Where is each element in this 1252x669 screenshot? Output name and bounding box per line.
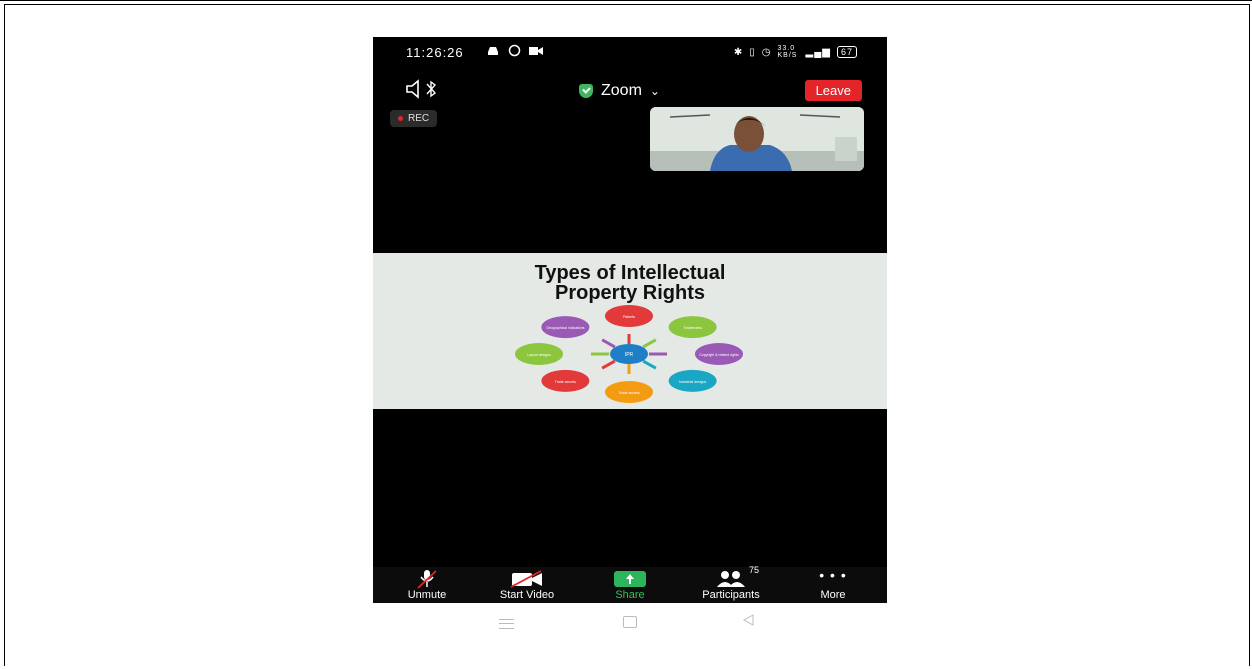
ipr-diagram: Patents Trademarks Copyright & related rig… [515,305,743,403]
battery-indicator: 67 [836,46,857,58]
ipr-node-label: Trademarks [683,326,702,330]
status-right-icons: ✱ ▯ ◷ 33.0 KB/S ▂▄▆ 67 [734,45,857,59]
top-border [0,0,1252,1]
more-button[interactable]: • • • More [805,567,861,603]
alarm-icon: ◷ [761,46,772,58]
home-icon[interactable] [623,616,637,628]
status-time: 11:26:26 [406,45,464,60]
recents-icon[interactable] [499,619,514,629]
whatsapp-icon [508,44,521,57]
shared-slide: Types of Intellectual Property Rights Pa… [373,253,887,409]
record-dot-icon [398,116,403,121]
ipr-node-label: Trade secrets [555,380,577,384]
start-video-label: Start Video [499,589,555,601]
participant-video [650,107,864,171]
participants-button[interactable]: 75 Participants [685,565,777,603]
video-thumbnail[interactable] [650,107,864,171]
status-app-icons [486,44,543,57]
participants-label: Participants [702,589,760,601]
chevron-down-icon: ⌄ [649,84,660,98]
share-button[interactable]: Share [599,567,661,603]
recording-badge: REC [390,110,438,127]
ipr-node-label: Trade secrets [618,391,640,395]
ipr-node-label: Geographical indications [546,326,585,330]
share-label: Share [615,589,645,601]
start-video-button[interactable]: Start Video [487,567,567,603]
ipr-center-label: IPR [625,352,634,358]
bluetooth-icon: ✱ [733,46,744,58]
unmute-button[interactable]: Unmute [395,567,459,603]
phone-screen: 11:26:26 ✱ ▯ ◷ 33.0 KB/S ▂▄▆ 67 Zoom ⌄ L… [373,37,887,603]
ipr-arrow [642,359,657,370]
participants-icon [717,571,745,587]
shield-icon [579,84,593,98]
speaker-bluetooth-icon[interactable] [405,79,439,99]
share-arrow-icon [614,571,646,587]
android-nav-bar [373,603,887,641]
ipr-arrow [601,359,616,370]
video-camera-icon [529,46,543,55]
more-label: More [820,589,846,601]
participants-count: 75 [749,565,760,575]
meeting-title-label: Zoom [601,82,642,99]
ipr-node-label: Copyright & related rights [699,353,739,357]
network-speed: 33.0 KB/S [777,45,798,59]
meeting-title[interactable]: Zoom ⌄ [579,82,660,100]
signal-icon: ▂▄▆ [805,46,831,58]
microphone-muted-icon [417,570,437,589]
video-off-icon [510,570,542,588]
ipr-arrow [642,338,657,349]
unmute-label: Unmute [407,589,447,601]
status-bar: 11:26:26 ✱ ▯ ◷ 33.0 KB/S ▂▄▆ 67 [373,37,887,67]
ipr-node-label: Patents [623,315,635,319]
meeting-toolbar: Unmute Start Video Share 75 Participants… [373,565,887,603]
meeting-header: Zoom ⌄ Leave [373,77,887,107]
leave-button[interactable]: Leave [804,80,862,101]
car-icon [488,46,498,55]
vibrate-icon: ▯ [749,46,756,58]
recording-label: REC [408,113,430,124]
more-dots-icon: • • • [819,567,847,583]
ipr-arrow [601,338,616,349]
ipr-node-label: Industrial designs [679,380,706,384]
back-icon[interactable] [741,613,755,627]
ipr-node-label: Layout designs [527,353,551,357]
